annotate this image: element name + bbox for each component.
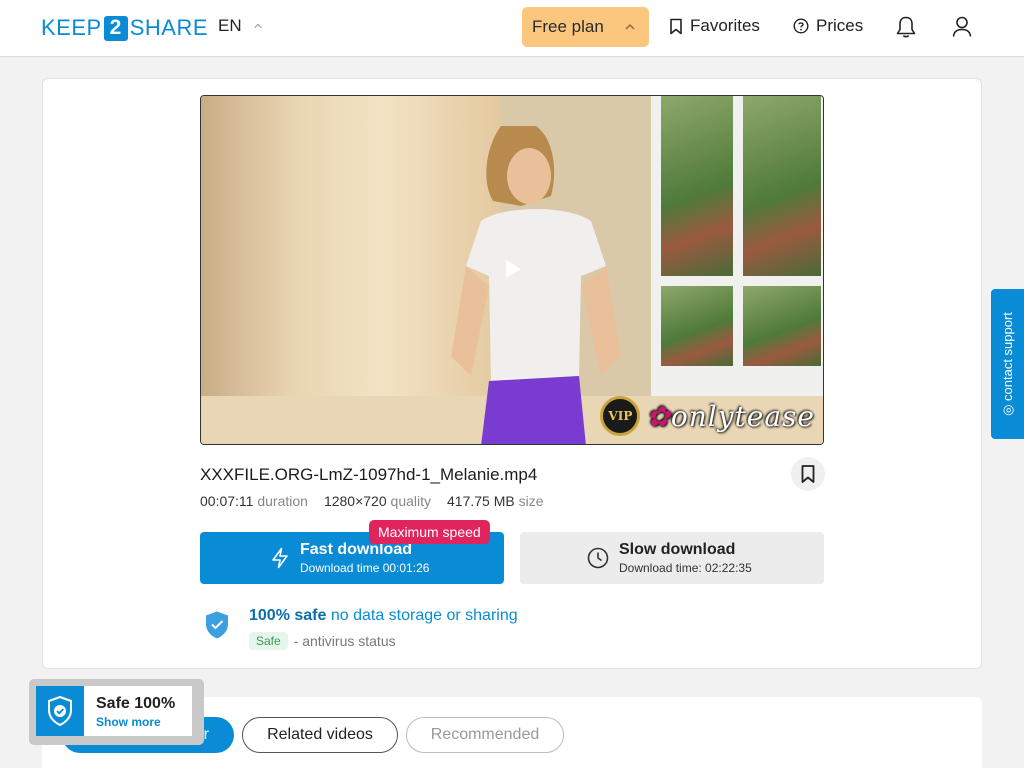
maximum-speed-badge: Maximum speed bbox=[369, 520, 490, 544]
add-to-favorites-button[interactable] bbox=[791, 457, 825, 491]
safety-rest: no data storage or sharing bbox=[330, 607, 518, 624]
prices-link[interactable]: Prices bbox=[793, 16, 863, 36]
size-label: size bbox=[518, 493, 544, 509]
logo-box: 2 bbox=[103, 15, 128, 41]
language-selector[interactable]: EN bbox=[218, 16, 262, 36]
safety-statement: 100% safe no data storage or sharing bbox=[249, 607, 518, 625]
safe-widget-title: Safe 100% bbox=[96, 695, 176, 712]
keep2share-logo[interactable]: KEEP 2 SHARE bbox=[41, 15, 208, 41]
safety-bold: 100% safe bbox=[249, 607, 327, 624]
window-pane bbox=[743, 286, 821, 366]
bell-icon[interactable] bbox=[895, 15, 917, 39]
favorites-label: Favorites bbox=[690, 16, 760, 35]
watermark-text: ✿onlytease bbox=[646, 399, 815, 433]
free-plan-button[interactable]: Free plan bbox=[522, 7, 649, 47]
antivirus-status: Safe - antivirus status bbox=[249, 632, 396, 650]
quality-info: 1280×720 quality bbox=[324, 493, 431, 509]
user-icon[interactable] bbox=[951, 15, 973, 39]
shield-check-icon bbox=[206, 611, 228, 639]
slow-download-title: Slow download bbox=[619, 541, 736, 558]
clock-icon bbox=[587, 547, 609, 569]
top-header: KEEP 2 SHARE EN Free plan Favorites Pric… bbox=[0, 0, 1024, 57]
file-meta: 00:07:11 duration 1280×720 quality 417.7… bbox=[200, 493, 560, 509]
safe-badge: Safe bbox=[249, 632, 288, 650]
window-pane bbox=[743, 96, 821, 276]
prices-label: Prices bbox=[816, 16, 864, 35]
duration-value: 00:07:11 bbox=[200, 493, 254, 509]
watermark-brand: onlytease bbox=[670, 399, 815, 433]
file-name: XXXFILE.ORG-LmZ-1097hd-1_Melanie.mp4 bbox=[200, 465, 538, 484]
tab-recommended[interactable]: Recommended bbox=[406, 717, 564, 753]
quality-label: quality bbox=[390, 493, 431, 509]
safe-widget-icon-box bbox=[36, 686, 84, 736]
video-preview[interactable]: VIP ✿onlytease bbox=[200, 95, 824, 445]
slow-download-button[interactable]: Slow download Download time: 02:22:35 bbox=[520, 532, 824, 584]
favorites-link[interactable]: Favorites bbox=[669, 16, 760, 36]
contact-support-tab[interactable]: ◎ contact support bbox=[991, 289, 1024, 439]
bookmark-icon bbox=[801, 465, 815, 483]
slow-download-time: Download time: 02:22:35 bbox=[619, 561, 752, 575]
play-icon[interactable] bbox=[506, 260, 521, 278]
size-info: 417.75 MB size bbox=[447, 493, 544, 509]
video-watermark: VIP ✿onlytease bbox=[600, 396, 815, 436]
help-circle-icon bbox=[793, 18, 809, 34]
chevron-up-icon bbox=[625, 24, 635, 30]
shield-check-icon bbox=[48, 695, 72, 727]
vip-badge: VIP bbox=[600, 396, 641, 436]
window-pane bbox=[661, 96, 733, 276]
free-plan-label: Free plan bbox=[532, 17, 604, 36]
safe-widget[interactable]: Safe 100% Show more bbox=[29, 679, 204, 745]
chevron-up-icon bbox=[254, 23, 262, 28]
video-window bbox=[651, 96, 823, 444]
fast-download-time: Download time 00:01:26 bbox=[300, 561, 430, 575]
window-pane bbox=[661, 286, 733, 366]
safe-widget-inner: Safe 100% Show more bbox=[36, 686, 192, 736]
contact-support-label: ◎ contact support bbox=[999, 312, 1015, 416]
logo-text-right: SHARE bbox=[129, 15, 208, 40]
lightning-icon bbox=[272, 547, 288, 569]
bookmark-icon bbox=[670, 18, 682, 34]
antivirus-text: - antivirus status bbox=[293, 633, 396, 649]
size-value: 417.75 MB bbox=[447, 493, 515, 509]
logo-text-left: KEEP bbox=[41, 15, 102, 40]
duration-info: 00:07:11 duration bbox=[200, 493, 308, 509]
quality-value: 1280×720 bbox=[323, 493, 387, 509]
language-label: EN bbox=[218, 16, 242, 35]
show-more-link[interactable]: Show more bbox=[96, 715, 161, 729]
tab-related-videos[interactable]: Related videos bbox=[242, 717, 398, 753]
duration-label: duration bbox=[257, 493, 308, 509]
